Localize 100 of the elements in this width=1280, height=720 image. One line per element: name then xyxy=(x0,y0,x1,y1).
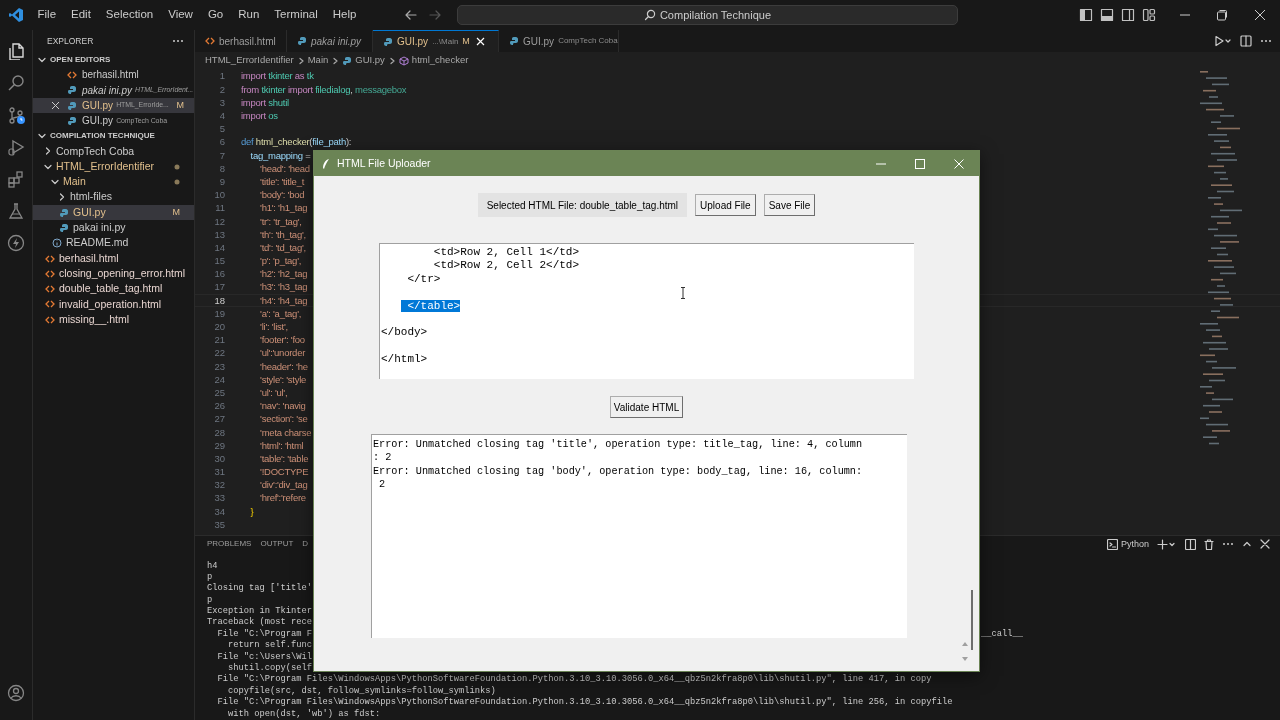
feather-icon xyxy=(321,157,331,170)
terminal-icon[interactable] xyxy=(1106,538,1118,550)
search-icon[interactable] xyxy=(7,74,25,92)
line-number: 19 xyxy=(213,306,225,321)
tree-item[interactable]: double_table_tag.html xyxy=(33,281,194,297)
info-icon xyxy=(52,238,62,249)
close-icon[interactable] xyxy=(51,101,60,111)
chevron-right-icon[interactable] xyxy=(43,146,53,157)
tree-item[interactable]: Main xyxy=(33,174,194,190)
menu-item[interactable]: Selection xyxy=(98,4,161,26)
panel-tab[interactable]: PROBLEMS xyxy=(207,538,252,551)
flask-icon[interactable] xyxy=(7,202,25,220)
dialog-button[interactable]: Upload File xyxy=(695,194,756,216)
close-icon[interactable] xyxy=(1260,539,1270,550)
file-icon xyxy=(297,36,307,46)
code-icon xyxy=(45,299,55,310)
code-line: import tkinter as tk xyxy=(241,69,314,84)
code-line: 'td': 'td_tag', xyxy=(259,240,306,255)
terminal-line: File "C:\Program Files\WindowsApps\PythonSoftwareFoundation.Python.3.10_3.10.3056.0_x64__qbz5n2kfra8p0\lib\shutil.py", line 256, in copyfile xyxy=(216,697,953,709)
output-line: Error: Unmatched closing tag 'body', operation type: body_tag, line: 16, column: xyxy=(373,464,864,478)
panel-tab[interactable]: OUTPUT xyxy=(260,538,294,551)
code-line: 'href':'refere xyxy=(259,491,306,506)
chevron-right-icon xyxy=(387,56,396,65)
menu-item[interactable]: View xyxy=(160,4,201,26)
run-debug-icon[interactable] xyxy=(7,138,25,156)
modified-dot-icon xyxy=(174,163,180,170)
chevron-down-icon[interactable] xyxy=(50,177,60,187)
terminal-name[interactable]: Python xyxy=(1120,537,1149,551)
line-number: 1 xyxy=(218,69,225,84)
layout-panel-icon[interactable] xyxy=(1099,8,1114,22)
tree-item[interactable]: berhasil.html xyxy=(33,250,194,267)
forward-arrow-icon[interactable] xyxy=(427,8,442,22)
line-number: 15 xyxy=(213,254,225,269)
source-line: <td>Row 2, Cell 2</td> xyxy=(432,259,581,273)
app-logo-icon xyxy=(8,7,24,23)
tree-item[interactable]: pakai ini.py xyxy=(33,220,194,236)
open-editor-item[interactable]: berhasil.html xyxy=(33,67,194,83)
validate-button[interactable]: Validate HTML xyxy=(609,396,684,418)
code-line: 'header': 'he xyxy=(259,359,308,374)
split-icon[interactable] xyxy=(1185,538,1196,550)
lightning-icon[interactable] xyxy=(7,234,25,252)
maximize-icon[interactable] xyxy=(915,158,925,169)
chevron-right-icon[interactable] xyxy=(57,192,67,203)
breadcrumb-item[interactable]: GUI.py xyxy=(355,53,385,68)
breadcrumb-item[interactable]: Main xyxy=(307,53,329,68)
line-number: 32 xyxy=(213,478,225,493)
layout-split-icon[interactable] xyxy=(1120,8,1135,22)
terminal-line: File "C:\Program Files\WindowsApps\PythonSoftwareFoundation.Python.3.10_3.10.3056.0_x64__qbz5n2kfra8p0\lib\shutil.py", line 417, in copy xyxy=(216,674,932,686)
close-icon[interactable] xyxy=(1254,9,1266,21)
code-icon xyxy=(205,36,215,46)
menu-item[interactable]: Go xyxy=(200,4,231,26)
tree-item[interactable]: HTML_ErrorIdentifier xyxy=(33,159,194,175)
search-field[interactable]: Compilation Technique xyxy=(456,5,958,25)
menu-item[interactable]: Run xyxy=(230,4,267,26)
modified-label: M xyxy=(462,34,470,48)
tree-item[interactable]: CompTech Coba xyxy=(33,143,194,160)
menu-item[interactable]: File xyxy=(30,4,64,26)
code-line: 'li': 'list', xyxy=(259,320,288,335)
breadcrumb-item[interactable]: html_checker xyxy=(411,53,469,68)
line-number: 3 xyxy=(218,95,225,110)
split-editor-icon[interactable] xyxy=(1240,35,1252,47)
file-name: double_table_tag.html xyxy=(59,281,163,297)
panel-tab[interactable]: D xyxy=(302,538,309,551)
tree-item[interactable]: invalid_operation.html xyxy=(33,296,194,313)
menu-item[interactable]: Help xyxy=(325,4,364,26)
layout-sidebar-icon[interactable] xyxy=(1078,8,1093,22)
tree-item[interactable]: GUI.py M xyxy=(33,204,194,221)
source-control-icon[interactable] xyxy=(7,106,25,124)
trash-icon[interactable] xyxy=(1204,538,1214,550)
tree-item[interactable]: README.md xyxy=(33,235,194,251)
files-icon[interactable] xyxy=(7,42,25,60)
file-name: GUI.py xyxy=(73,204,106,220)
add-terminal-icon[interactable] xyxy=(1157,538,1177,550)
code-line: import shutil xyxy=(241,95,289,110)
account-icon[interactable] xyxy=(7,684,25,702)
tree-item[interactable]: closing_opening_error.html xyxy=(33,266,194,282)
editor-tab[interactable]: GUI.py ...\Main M xyxy=(373,30,499,52)
dialog-button[interactable]: Save File xyxy=(763,194,816,216)
layout-grid-icon[interactable] xyxy=(1141,8,1156,22)
menu-item[interactable]: Edit xyxy=(63,4,99,26)
back-arrow-icon[interactable] xyxy=(403,8,418,22)
restore-icon[interactable] xyxy=(1216,9,1228,21)
breadcrumb-item[interactable]: HTML_ErrorIdentifier xyxy=(205,53,294,68)
terminal-line: return self.func xyxy=(227,640,313,652)
code-line: 'h4': 'h4_tag xyxy=(259,293,308,308)
menu-item[interactable]: Terminal xyxy=(266,4,326,26)
more-icon[interactable] xyxy=(1222,542,1234,547)
more-icon[interactable] xyxy=(1260,39,1272,43)
source-text-area[interactable]: <td>Row 2, Cell 1</td> <td>Row 2, Cell 2</td> </tr> </table> </body> </html> xyxy=(379,243,914,379)
extensions-icon[interactable] xyxy=(7,170,25,188)
code-line: 'h2': 'h2_tag xyxy=(259,267,308,282)
run-icon[interactable] xyxy=(1214,35,1232,47)
tree-item[interactable]: html-files xyxy=(33,189,194,205)
text-cursor-icon xyxy=(680,287,686,299)
code-line: 'head': 'head xyxy=(259,161,310,176)
line-number: 25 xyxy=(213,385,225,400)
more-icon[interactable] xyxy=(172,39,184,43)
terminal-line: p xyxy=(207,571,213,583)
tree-item[interactable]: missing__.html xyxy=(33,312,194,328)
file-icon xyxy=(67,85,77,96)
